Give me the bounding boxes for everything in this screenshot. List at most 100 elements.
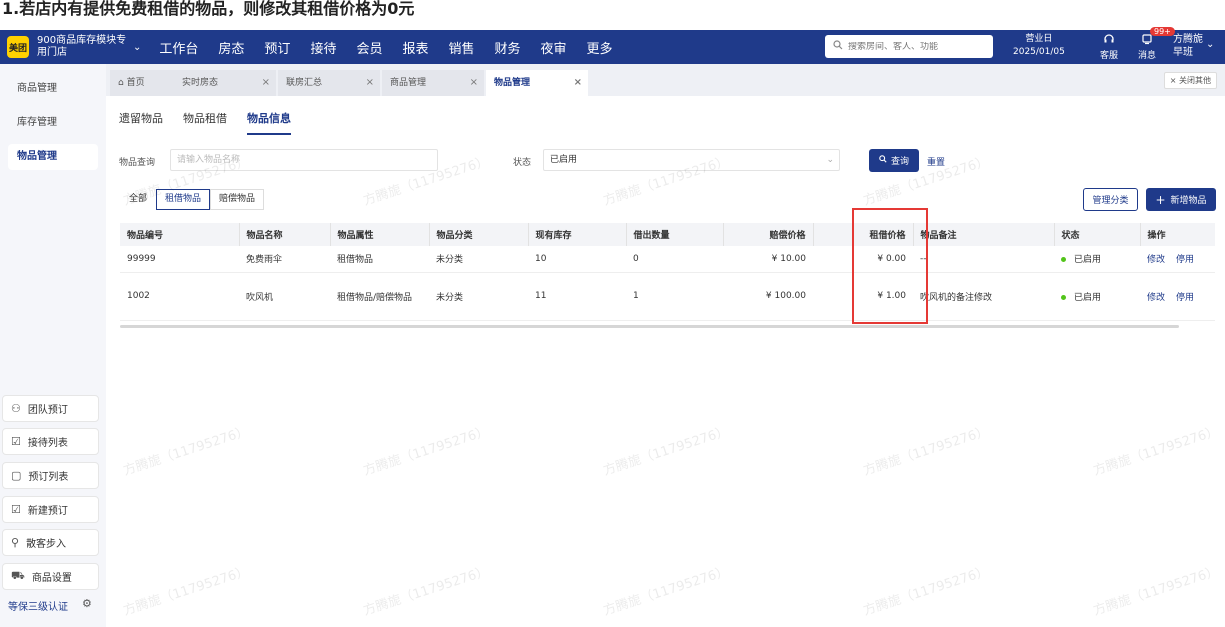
manage-category-button[interactable]: 管理分类 <box>1083 188 1138 211</box>
nav-sales[interactable]: 销售 <box>438 38 484 57</box>
tab-item-management[interactable]: 物品管理 × <box>486 70 588 96</box>
sidebar-item-inventory[interactable]: 库存管理 <box>8 110 98 136</box>
customer-service-label: 客服 <box>1100 51 1119 61</box>
col-lent: 借出数量 <box>626 223 724 246</box>
tab-label: 联房汇总 <box>286 78 323 88</box>
subtab-lost-items[interactable]: 遗留物品 <box>119 110 163 135</box>
cell-item-name: 吹风机 <box>239 272 330 321</box>
item-type-filter: 全部 租借物品 赔偿物品 <box>120 189 265 210</box>
segment-rental[interactable]: 租借物品 <box>156 189 211 210</box>
col-item-category: 物品分类 <box>429 223 529 246</box>
quick-label: 团队预订 <box>27 405 68 416</box>
main-content: 遗留物品 物品租借 物品信息 物品查询 请输入物品名称 状态 已启用 ⌄ 查询 … <box>106 96 1225 627</box>
subtab-item-info[interactable]: 物品信息 <box>247 110 291 135</box>
query-button-label: 查询 <box>890 157 909 167</box>
cell-item-id: 99999 <box>120 246 239 273</box>
tab-realtime-room[interactable]: 实时房态 × <box>174 70 276 96</box>
search-input[interactable] <box>848 41 988 52</box>
col-stock: 现有库存 <box>528 223 627 246</box>
customer-service-button[interactable]: 客服 <box>1100 33 1118 63</box>
quick-label: 商品设置 <box>31 573 72 584</box>
tab-home[interactable]: ⌂ 首页 <box>110 70 176 96</box>
status-select-value: 已启用 <box>550 155 578 165</box>
cell-stock: 10 <box>528 246 626 273</box>
clipboard-icon: ▢ <box>11 469 22 482</box>
cell-item-category: 未分类 <box>429 246 528 273</box>
top-navbar: 美团 900商品库存模块专用门店 ⌄ 工作台 房态 预订 接待 会员 报表 销售… <box>0 27 1225 64</box>
nav-reservation[interactable]: 预订 <box>254 38 300 57</box>
headset-icon <box>1100 33 1118 50</box>
gear-icon[interactable]: ⚙ <box>82 597 92 610</box>
table-header-row: 物品编号 物品名称 物品属性 物品分类 现有库存 借出数量 赔偿价格 租借价格 … <box>120 223 1215 246</box>
col-item-id: 物品编号 <box>120 223 240 246</box>
messages-button[interactable]: 消息 <box>1138 33 1156 63</box>
status-text: 已启用 <box>1074 255 1102 266</box>
sidebar-item-items[interactable]: 物品管理 <box>8 144 98 170</box>
tab-goods-management[interactable]: 商品管理 × <box>382 70 484 96</box>
subtab-item-rental[interactable]: 物品租借 <box>183 110 227 135</box>
query-button[interactable]: 查询 <box>869 149 919 172</box>
cell-stock: 11 <box>528 272 626 321</box>
disable-link[interactable]: 停用 <box>1176 293 1194 303</box>
cell-actions: 修改 停用 <box>1140 272 1215 321</box>
nav-workbench[interactable]: 工作台 <box>149 38 208 57</box>
cell-comp-price: ¥ 100.00 <box>723 272 813 321</box>
sidebar-item-goods[interactable]: 商品管理 <box>8 76 98 102</box>
quick-checkin-list[interactable]: ☑ 接待列表 <box>2 428 99 455</box>
left-sidebar: 商品管理 库存管理 物品管理 ⚇ 团队预订 ☑ 接待列表 ▢ 预订列表 ☑ 新建预订 ⚲… <box>0 64 106 627</box>
plus-icon: + <box>1155 192 1166 207</box>
item-query-input[interactable]: 请输入物品名称 <box>170 149 438 171</box>
quick-label: 接待列表 <box>27 438 68 449</box>
global-search[interactable] <box>825 35 993 58</box>
chevron-down-icon[interactable]: ⌄ <box>1206 39 1214 50</box>
quick-booking-list[interactable]: ▢ 预订列表 <box>2 462 99 489</box>
nav-reception[interactable]: 接待 <box>300 38 346 57</box>
nav-night-audit[interactable]: 夜审 <box>531 38 577 57</box>
reset-button[interactable]: 重置 <box>927 155 945 168</box>
close-icon[interactable]: × <box>470 70 478 96</box>
user-menu[interactable]: 方腾旎 早班 <box>1173 33 1203 59</box>
close-others-button[interactable]: × 关闭其他 <box>1163 72 1217 89</box>
tab-joint-room[interactable]: 联房汇总 × <box>278 70 380 96</box>
chevron-down-icon: ⌄ <box>826 155 834 165</box>
nav-member[interactable]: 会员 <box>346 38 392 57</box>
status-select[interactable]: 已启用 ⌄ <box>543 149 840 171</box>
store-name[interactable]: 900商品库存模块专用门店 <box>37 35 129 59</box>
security-cert-link[interactable]: 等保三级认证 <box>8 598 68 613</box>
cell-item-attr: 租借物品 <box>330 246 429 273</box>
close-icon[interactable]: × <box>366 70 374 96</box>
home-icon: ⌂ <box>118 78 127 88</box>
add-item-label: 新增物品 <box>1170 196 1207 206</box>
nav-finance[interactable]: 财务 <box>485 38 531 57</box>
quick-walk-in[interactable]: ⚲ 散客步入 <box>2 529 99 556</box>
quick-goods-settings[interactable]: ⛟ 商品设置 <box>2 563 99 590</box>
quick-new-booking[interactable]: ☑ 新建预订 <box>2 496 99 523</box>
cell-comp-price: ¥ 10.00 <box>723 246 813 273</box>
edit-link[interactable]: 修改 <box>1147 255 1165 265</box>
cell-status: 已启用 <box>1054 246 1140 273</box>
nav-report[interactable]: 报表 <box>392 38 438 57</box>
col-note: 物品备注 <box>913 223 1055 246</box>
checklist-icon: ☑ <box>11 435 21 448</box>
user-shift: 早班 <box>1173 47 1193 58</box>
col-comp-price: 赔偿价格 <box>723 223 814 246</box>
tab-label: 首页 <box>126 78 145 88</box>
nav-room-status[interactable]: 房态 <box>208 38 254 57</box>
col-item-name: 物品名称 <box>239 223 331 246</box>
table-horizontal-scrollbar[interactable] <box>120 325 1179 328</box>
items-table: 物品编号 物品名称 物品属性 物品分类 现有库存 借出数量 赔偿价格 租借价格 … <box>120 223 1215 321</box>
segment-compensation[interactable]: 赔偿物品 <box>210 189 265 210</box>
close-icon[interactable]: × <box>262 70 270 96</box>
rent-price-highlight-box <box>852 208 928 324</box>
quick-team-booking[interactable]: ⚇ 团队预订 <box>2 395 99 422</box>
chevron-down-icon[interactable]: ⌄ <box>133 42 141 53</box>
add-item-button[interactable]: + 新增物品 <box>1146 188 1216 211</box>
disable-link[interactable]: 停用 <box>1176 255 1194 265</box>
segment-all[interactable]: 全部 <box>120 189 156 210</box>
close-icon[interactable]: × <box>574 70 582 96</box>
tab-label: 商品管理 <box>390 78 427 88</box>
status-dot-icon <box>1061 294 1066 300</box>
nav-more[interactable]: 更多 <box>577 38 623 57</box>
edit-link[interactable]: 修改 <box>1147 293 1165 303</box>
col-status: 状态 <box>1054 223 1141 246</box>
